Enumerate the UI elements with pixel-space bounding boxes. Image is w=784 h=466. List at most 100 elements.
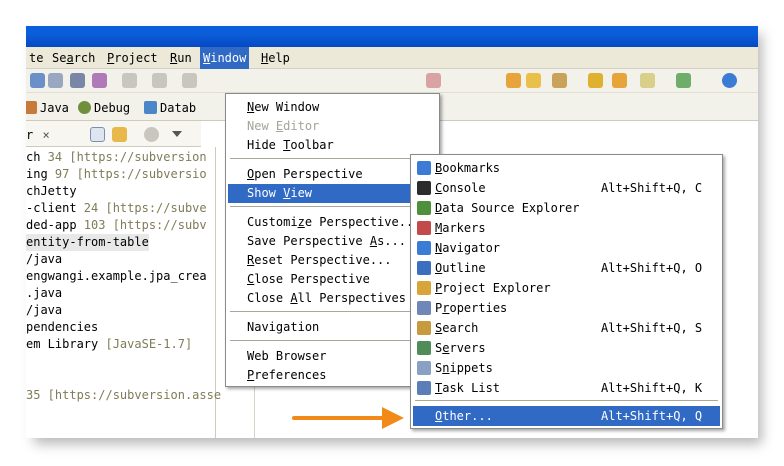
item-post: earch xyxy=(442,321,479,335)
view-menu-item-outline[interactable]: Outline Alt+Shift+Q, O xyxy=(413,258,720,278)
menu-label-post: un xyxy=(177,51,192,65)
tree-item-decoration: 97 [https://subversio xyxy=(47,167,207,181)
menu-item-save-perspective-as[interactable]: Save Perspective As... xyxy=(228,232,437,251)
menu-item-close-all-perspectives[interactable]: Close All Perspectives xyxy=(228,289,437,308)
menu-label-pre: Se xyxy=(52,51,67,65)
tree-item[interactable]: /java xyxy=(26,251,62,268)
item-post: arkers xyxy=(442,221,486,235)
menu-search[interactable]: Search xyxy=(49,47,98,69)
tree-item-label: ch xyxy=(26,150,41,164)
tree-item-decoration: 35 [https://subversion.asse xyxy=(26,388,222,402)
new-server-icon[interactable] xyxy=(506,73,521,88)
view-menu-item-data-source-explorer[interactable]: Data Source Explorer xyxy=(413,198,720,218)
view-item-label: Markers xyxy=(435,218,486,238)
tree-item[interactable]: -client 24 [https://subve xyxy=(26,200,207,217)
item-post: avigator xyxy=(442,241,501,255)
menu-project[interactable]: Project xyxy=(104,47,161,69)
menu-help[interactable]: Help xyxy=(258,47,293,69)
collapse-all-icon[interactable] xyxy=(90,127,105,142)
tree-item[interactable]: chJetty xyxy=(26,183,77,200)
view-menu-item-console[interactable]: Console Alt+Shift+Q, C xyxy=(413,178,720,198)
tree-item[interactable]: engwangi.example.jpa_crea xyxy=(26,268,207,285)
tree-item-decoration: [JavaSE-1.7] xyxy=(98,337,193,351)
tree-item[interactable]: ing 97 [https://subversio xyxy=(26,166,207,183)
tree-item[interactable]: .java xyxy=(26,285,62,302)
back-icon[interactable] xyxy=(122,73,137,88)
perspective-label: Java xyxy=(40,101,69,115)
menu-window[interactable]: Window xyxy=(200,47,250,69)
item-post: ew Window xyxy=(254,100,320,114)
forward-icon[interactable] xyxy=(152,73,167,88)
tree-item[interactable]: /java xyxy=(26,302,62,319)
database-perspective-button[interactable]: Datab xyxy=(144,99,196,117)
view-tab[interactable]: r × xyxy=(26,126,50,144)
tree-item[interactable]: ch 34 [https://subversion xyxy=(26,149,207,166)
filter-icon[interactable] xyxy=(144,127,159,142)
item-post: eset Perspective... xyxy=(254,253,392,267)
menu-item-web-browser[interactable]: Web Browser xyxy=(228,347,437,366)
view-item-label: Search xyxy=(435,318,478,338)
item-pre: Show xyxy=(247,186,284,200)
view-menu-item-bookmarks[interactable]: Bookmarks xyxy=(413,158,720,178)
toggle-breakpoint-icon[interactable] xyxy=(30,73,45,88)
menu-item-new-window[interactable]: New Window xyxy=(228,98,437,117)
tree-item[interactable]: em Library [JavaSE-1.7] xyxy=(26,336,192,353)
tree-item[interactable]: pendencies xyxy=(26,319,98,336)
item-post: operties xyxy=(449,301,508,315)
view-menu-item-servers[interactable]: Servers xyxy=(413,338,720,358)
console-icon xyxy=(417,181,431,195)
view-menu-item-snippets[interactable]: Snippets xyxy=(413,358,720,378)
menu-label-post: roject xyxy=(114,51,158,65)
item-post: ditor xyxy=(283,119,320,133)
view-menu-item-search[interactable]: Search Alt+Shift+Q, S xyxy=(413,318,720,338)
debug-perspective-button[interactable]: Debug xyxy=(78,99,130,117)
view-menu-item-other[interactable]: Other... Alt+Shift+Q, Q xyxy=(413,406,720,426)
perspective-label: Debug xyxy=(94,101,131,115)
item-post: ll Perspectives xyxy=(297,291,406,305)
menu-item-reset-perspective[interactable]: Reset Perspective... xyxy=(228,251,437,270)
view-menu-icon[interactable] xyxy=(172,131,182,137)
menu-file-partial[interactable]: te xyxy=(26,47,46,69)
open-type-icon[interactable] xyxy=(92,73,107,88)
view-menu-item-navigator[interactable]: Navigator xyxy=(413,238,720,258)
view-menu-item-task-list[interactable]: Task List Alt+Shift+Q, K xyxy=(413,378,720,398)
tree-item[interactable]: 35 [https://subversion.asse xyxy=(26,387,221,404)
open-folder-icon[interactable] xyxy=(526,73,541,88)
menu-label: te xyxy=(29,51,44,65)
item-post: ippets xyxy=(449,361,493,375)
java-perspective-button[interactable]: Java xyxy=(26,99,69,117)
menu-item-show-view[interactable]: Show View xyxy=(228,184,437,203)
view-menu-item-markers[interactable]: Markers xyxy=(413,218,720,238)
item-pre: New xyxy=(247,119,276,133)
item-pre: Navi xyxy=(247,320,276,334)
stop-icon[interactable] xyxy=(426,73,441,88)
data-source-explorer-icon xyxy=(417,201,431,215)
close-icon[interactable]: × xyxy=(42,128,49,142)
menu-item-hide-toolbar[interactable]: Hide Toolbar xyxy=(228,136,437,155)
tree-item[interactable]: entity-from-table xyxy=(26,234,149,251)
view-item-label: Snippets xyxy=(435,358,493,378)
menu-label-post: rch xyxy=(73,51,96,65)
tree-item-label: ded-app xyxy=(26,218,77,232)
menu-item-customize-perspective[interactable]: Customize Perspective... xyxy=(228,213,437,232)
tree-item-label: entity-from-table xyxy=(26,235,149,249)
undo-icon[interactable] xyxy=(182,73,197,88)
menu-run[interactable]: Run xyxy=(167,47,195,69)
menu-item-navigation[interactable]: Navigation xyxy=(228,318,437,337)
skip-breakpoints-icon[interactable] xyxy=(48,73,63,88)
open-project-icon[interactable] xyxy=(612,73,627,88)
menu-item-open-perspective[interactable]: Open Perspective xyxy=(228,165,437,184)
view-menu-item-project-explorer[interactable]: Project Explorer xyxy=(413,278,720,298)
run-icon[interactable] xyxy=(676,73,691,88)
globe-icon[interactable] xyxy=(722,73,737,88)
format-icon[interactable] xyxy=(70,73,85,88)
menu-item-close-perspective[interactable]: Close Perspective xyxy=(228,270,437,289)
menu-item-preferences[interactable]: Preferences xyxy=(228,366,437,385)
new-wizard-icon[interactable] xyxy=(640,73,655,88)
tree-item[interactable]: ded-app 103 [https://subv xyxy=(26,217,207,234)
link-with-editor-icon[interactable] xyxy=(112,127,127,142)
run-tool-icon[interactable] xyxy=(552,73,567,88)
new-project-icon[interactable] xyxy=(588,73,603,88)
view-menu-item-properties[interactable]: Properties xyxy=(413,298,720,318)
tree-item-label: engwangi.example.jpa_crea xyxy=(26,269,207,283)
